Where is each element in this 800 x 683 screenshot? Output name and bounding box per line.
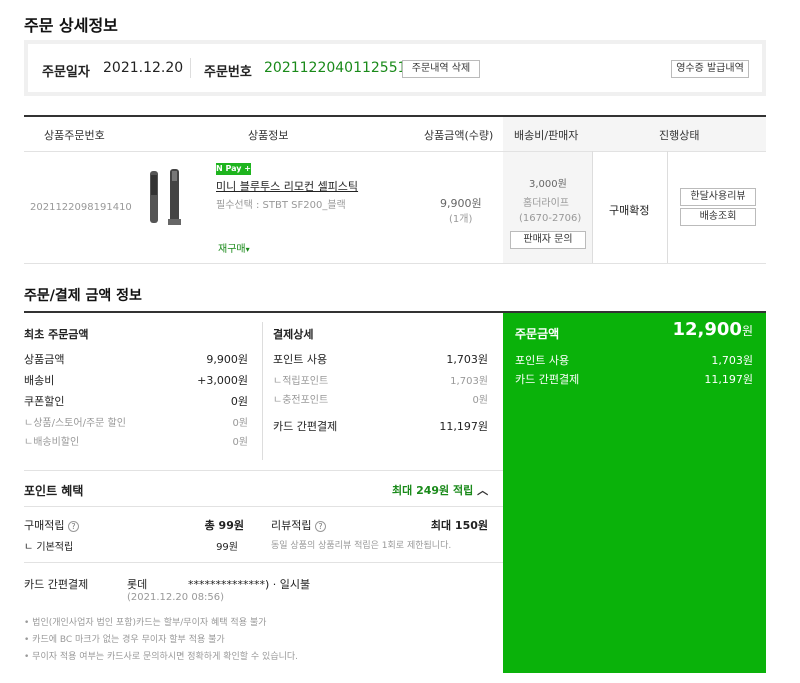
header-price-qty: 상품금액(수량)	[424, 129, 494, 142]
line-label: 상품금액	[24, 353, 65, 366]
header-divider	[24, 151, 766, 152]
line-value: 0원	[232, 437, 248, 448]
receipt-history-button[interactable]: 영수증 발급내역	[671, 60, 749, 78]
line-label: ㄴ상품/스토어/주문 할인	[24, 418, 126, 429]
line-label: 카드 간편결제	[273, 420, 338, 433]
shipping-fee: 3,000원	[529, 179, 567, 190]
divider	[190, 58, 191, 78]
basic-point-value: 99원	[216, 542, 238, 553]
npay-plus-badge: N Pay +	[216, 163, 251, 175]
divider	[24, 470, 503, 471]
summary-point-value: 1,703원	[711, 354, 753, 367]
note-item: • 카드에 BC 마크가 없는 경우 무이자 할부 적용 불가	[24, 635, 225, 645]
initial-amount-title: 최초 주문금액	[24, 328, 89, 341]
chevron-down-icon: ▾	[245, 245, 250, 254]
product-option: 필수선택 : STBT SF200_블랙	[216, 200, 346, 211]
divider	[262, 322, 263, 460]
divider	[592, 151, 593, 263]
line-value: 11,197원	[439, 420, 488, 433]
summary-card-value: 11,197원	[704, 373, 753, 386]
card-payment-label: 카드 간편결제	[24, 578, 89, 591]
line-value: 1,703원	[450, 376, 488, 387]
purchase-point-row: 구매적립 ?	[24, 517, 79, 533]
review-point-note: 동일 상품의 상품리뷰 적립은 1회로 제한됩니다.	[271, 541, 452, 551]
line-label: ㄴ적립포인트	[273, 376, 329, 387]
line-value: 1,703원	[446, 353, 488, 366]
line-label: 쿠폰할인	[24, 395, 65, 408]
total-label: 주문금액	[515, 327, 560, 341]
line-value: 0원	[230, 395, 248, 408]
point-benefit-title: 포인트 혜택	[24, 484, 84, 498]
table-bottom-border	[24, 263, 766, 264]
note-item: • 법인(개인사업자 법인 포함)카드는 할부/무이자 혜택 적용 불가	[24, 618, 267, 628]
total-amount: 12,900원	[672, 319, 753, 340]
review-point-value: 최대 150원	[430, 519, 488, 532]
card-datetime: (2021.12.20 08:56)	[127, 592, 225, 603]
header-product-info: 상품정보	[248, 129, 289, 142]
order-status: 구매확정	[609, 204, 650, 217]
order-number: 2021122040112551	[264, 60, 407, 76]
line-value: 0원	[472, 395, 488, 406]
line-label: 배송비	[24, 374, 55, 387]
header-shipping-seller: 배송비/판매자	[514, 129, 579, 142]
card-name: 롯데	[127, 578, 148, 591]
seller-phone: (1670-2706)	[519, 213, 582, 224]
line-value: 0원	[232, 418, 248, 429]
basic-point-label: ㄴ 기본적립	[24, 542, 74, 553]
chevron-up-icon: ︿	[477, 484, 489, 497]
line-label: ㄴ배송비할인	[24, 437, 80, 448]
page-title: 주문 상세정보	[24, 16, 118, 35]
summary-card-label: 카드 간편결제	[515, 373, 580, 386]
line-value: +3,000원	[197, 374, 248, 387]
order-date-label: 주문일자	[42, 65, 90, 80]
question-icon[interactable]: ?	[314, 520, 326, 532]
card-number-masked: **************) · 일시불	[188, 578, 311, 591]
divider	[24, 506, 503, 507]
order-date: 2021.12.20	[103, 60, 184, 76]
line-label: 포인트 사용	[273, 353, 328, 366]
seller-name: 홈더라이프	[523, 198, 569, 209]
monthly-review-button[interactable]: 한달사용리뷰	[680, 188, 756, 206]
divider	[667, 151, 668, 263]
note-item: • 무이자 적용 여부는 카드사로 문의하시면 정확하게 확인할 수 있습니다.	[24, 652, 299, 662]
payment-detail-title: 결제상세	[273, 328, 314, 341]
divider	[24, 562, 503, 563]
rebuy-link[interactable]: 재구매▾	[218, 240, 250, 255]
line-label: ㄴ충전포인트	[273, 395, 329, 406]
header-status: 진행상태	[659, 129, 700, 142]
order-total-panel: 주문금액 12,900원 포인트 사용 1,703원 카드 간편결제 11,19…	[503, 313, 766, 673]
review-point-row: 리뷰적립 ?	[271, 517, 326, 533]
track-delivery-button[interactable]: 배송조회	[680, 208, 756, 226]
payment-section-title: 주문/결제 금액 정보	[24, 288, 142, 304]
product-qty: (1개)	[449, 214, 473, 225]
seller-inquiry-button[interactable]: 판매자 문의	[510, 231, 586, 249]
product-price: 9,900원	[440, 197, 482, 210]
line-value: 9,900원	[206, 353, 248, 366]
order-number-label: 주문번호	[204, 65, 252, 80]
delete-order-button[interactable]: 주문내역 삭제	[402, 60, 480, 78]
purchase-point-total: 총 99원	[204, 519, 244, 532]
max-point-toggle[interactable]: 최대 249원 적립 ︿	[392, 482, 488, 498]
summary-point-label: 포인트 사용	[515, 354, 570, 367]
header-order-no: 상품주문번호	[44, 129, 105, 142]
product-name-link[interactable]: 미니 블루투스 리모컨 셀피스틱	[216, 178, 358, 194]
question-icon[interactable]: ?	[67, 520, 79, 532]
product-thumbnail[interactable]	[140, 165, 190, 230]
order-info-box: 주문일자 2021.12.20 주문번호 2021122040112551 주문…	[24, 40, 766, 96]
product-order-number: 2021122098191410	[30, 202, 132, 213]
